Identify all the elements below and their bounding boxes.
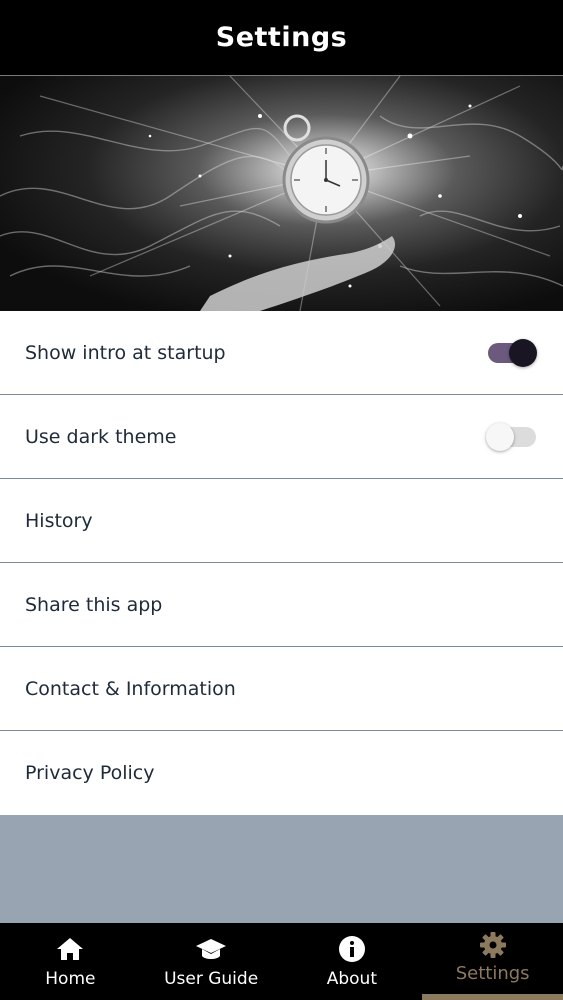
- setting-dark-theme[interactable]: Use dark theme: [0, 395, 563, 479]
- setting-label: History: [25, 509, 93, 532]
- setting-label: Share this app: [25, 593, 163, 616]
- setting-show-intro[interactable]: Show intro at startup: [0, 311, 563, 395]
- setting-privacy-policy[interactable]: Privacy Policy: [0, 731, 563, 815]
- settings-list: Show intro at startup Use dark theme His…: [0, 311, 563, 815]
- tab-label: Settings: [455, 963, 530, 984]
- bottom-tab-bar: Home User Guide About Settings: [0, 923, 563, 1000]
- setting-history[interactable]: History: [0, 479, 563, 563]
- tab-home[interactable]: Home: [0, 923, 141, 1000]
- tab-label: User Guide: [164, 969, 259, 989]
- info-icon: [338, 935, 366, 963]
- setting-label: Use dark theme: [25, 425, 177, 448]
- graduation-cap-icon: [195, 935, 227, 963]
- tab-label: Home: [45, 969, 96, 989]
- setting-label: Show intro at startup: [25, 341, 226, 364]
- show-intro-toggle[interactable]: [486, 338, 538, 368]
- setting-contact-information[interactable]: Contact & Information: [0, 647, 563, 731]
- toggle-knob: [486, 422, 514, 451]
- tab-settings[interactable]: Settings: [422, 923, 563, 1000]
- setting-label: Contact & Information: [25, 677, 236, 700]
- dark-theme-toggle[interactable]: [486, 422, 538, 452]
- tab-user-guide[interactable]: User Guide: [141, 923, 282, 1000]
- hero-pocket-watch-illustration: [0, 76, 563, 311]
- hero-image: [0, 76, 563, 311]
- setting-share-app[interactable]: Share this app: [0, 563, 563, 647]
- home-icon: [56, 935, 84, 963]
- app-header: Settings: [0, 0, 563, 76]
- setting-label: Privacy Policy: [25, 762, 155, 784]
- tab-label: About: [326, 969, 377, 989]
- page-title: Settings: [215, 22, 348, 53]
- gear-icon: [479, 931, 507, 959]
- toggle-knob: [509, 338, 537, 367]
- tab-about[interactable]: About: [282, 923, 423, 1000]
